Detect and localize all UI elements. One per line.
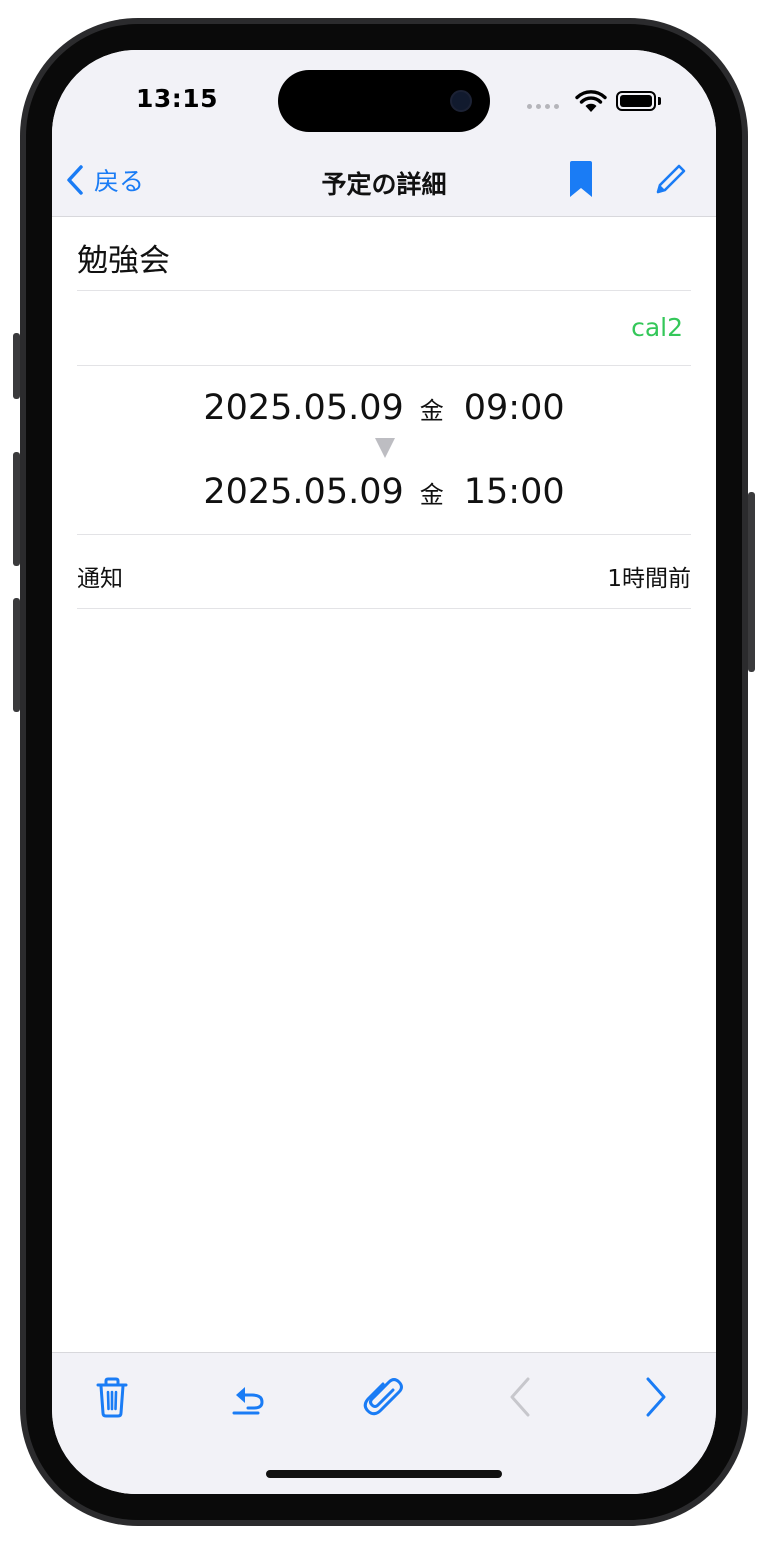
bookmark-icon [570,161,592,197]
dynamic-island [278,70,490,132]
camera-icon [450,90,472,112]
end-time: 15:00 [463,472,565,512]
bookmark-button[interactable] [568,160,594,202]
arrow-down-icon [375,438,395,458]
start-time: 09:00 [463,388,565,428]
action-button [13,333,20,399]
volume-down-button [13,598,20,712]
event-title: 勉強会 [77,243,170,279]
navigation-bar: 戻る 予定の詳細 [52,142,716,217]
status-time: 13:15 [136,84,219,113]
calendar-row: cal2 [77,291,691,366]
undo-button[interactable] [224,1373,272,1421]
notification-row[interactable]: 通知 1時間前 [77,535,691,609]
screen: 13:15 戻る 予定の詳細 勉強会 cal2 2025.05.09 金 09:… [52,50,716,1494]
undo-icon [232,1387,264,1415]
wifi-icon [575,90,607,112]
volume-up-button [13,452,20,566]
cellular-signal-icon [527,104,559,109]
chevron-right-icon [646,1377,666,1417]
battery-cap [658,97,661,105]
start-weekday: 金 [419,397,444,425]
title-row: 勉強会 [77,217,691,291]
home-indicator[interactable] [266,1470,502,1478]
calendar-name: cal2 [631,313,683,342]
delete-button[interactable] [88,1373,136,1421]
notification-value: 1時間前 [607,566,691,592]
start-date: 2025.05.09 [203,388,404,428]
notification-label: 通知 [77,566,123,592]
end-datetime: 2025.05.09 金 15:00 [77,472,691,512]
pencil-icon [656,164,686,194]
power-button [748,492,755,672]
end-weekday: 金 [419,481,444,509]
edit-button[interactable] [652,162,688,202]
end-date: 2025.05.09 [203,472,404,512]
datetime-row: 2025.05.09 金 09:00 2025.05.09 金 15:00 [77,366,691,535]
attach-button[interactable] [360,1373,408,1421]
trash-icon [96,1377,128,1418]
chevron-left-icon [510,1377,530,1417]
page-title: 予定の詳細 [321,170,447,199]
start-datetime: 2025.05.09 金 09:00 [77,388,691,428]
battery-icon [616,91,656,111]
paperclip-icon [363,1378,403,1416]
previous-button[interactable] [496,1373,544,1421]
next-button[interactable] [632,1373,680,1421]
